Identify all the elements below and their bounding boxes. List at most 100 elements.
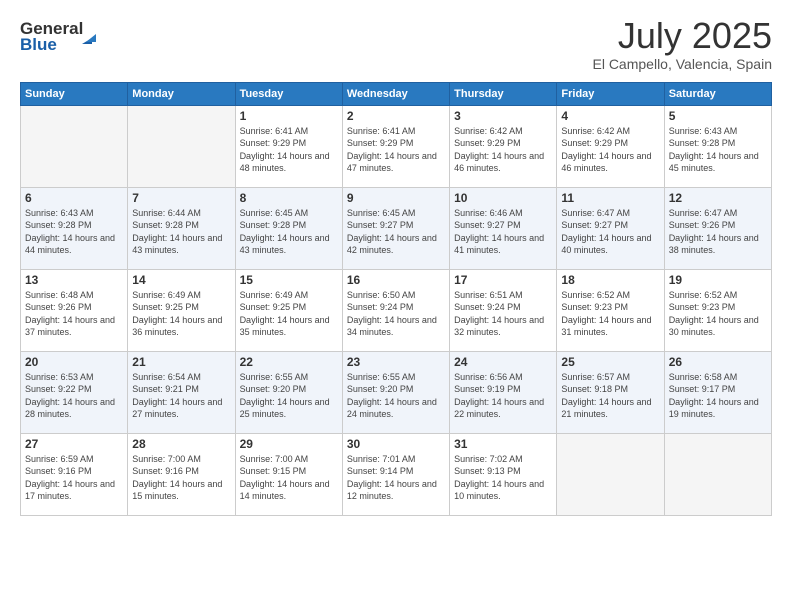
day-info: Sunrise: 6:49 AMSunset: 9:25 PMDaylight:…: [132, 289, 230, 339]
day-number: 25: [561, 355, 659, 369]
day-cell: [664, 433, 771, 515]
logo-icon: General Blue: [20, 16, 100, 54]
day-number: 17: [454, 273, 552, 287]
day-cell: [21, 105, 128, 187]
day-cell: 17 Sunrise: 6:51 AMSunset: 9:24 PMDayligh…: [450, 269, 557, 351]
day-number: 26: [669, 355, 767, 369]
day-number: 3: [454, 109, 552, 123]
day-number: 14: [132, 273, 230, 287]
day-info: Sunrise: 6:52 AMSunset: 9:23 PMDaylight:…: [561, 289, 659, 339]
day-number: 28: [132, 437, 230, 451]
col-friday: Friday: [557, 82, 664, 105]
day-cell: 15 Sunrise: 6:49 AMSunset: 9:25 PMDayligh…: [235, 269, 342, 351]
day-cell: 1Sunrise: 6:41 AMSunset: 9:29 PMDaylight…: [235, 105, 342, 187]
day-info: Sunrise: 6:49 AMSunset: 9:25 PMDaylight:…: [240, 289, 338, 339]
day-cell: 24 Sunrise: 6:56 AMSunset: 9:19 PMDayligh…: [450, 351, 557, 433]
location-title: El Campello, Valencia, Spain: [592, 56, 772, 72]
day-number: 15: [240, 273, 338, 287]
day-cell: [128, 105, 235, 187]
col-sunday: Sunday: [21, 82, 128, 105]
col-tuesday: Tuesday: [235, 82, 342, 105]
day-number: 11: [561, 191, 659, 205]
day-info: Sunrise: 6:44 AMSunset: 9:28 PMDaylight:…: [132, 207, 230, 257]
day-number: 13: [25, 273, 123, 287]
day-cell: 2 Sunrise: 6:41 AMSunset: 9:29 PMDaylight…: [342, 105, 449, 187]
day-cell: 18 Sunrise: 6:52 AMSunset: 9:23 PMDayligh…: [557, 269, 664, 351]
day-info: Sunrise: 6:56 AMSunset: 9:19 PMDaylight:…: [454, 371, 552, 421]
day-number: 4: [561, 109, 659, 123]
day-cell: 22 Sunrise: 6:55 AMSunset: 9:20 PMDayligh…: [235, 351, 342, 433]
day-cell: 8 Sunrise: 6:45 AMSunset: 9:28 PMDaylight…: [235, 187, 342, 269]
day-number: 2: [347, 109, 445, 123]
day-cell: 6Sunrise: 6:43 AMSunset: 9:28 PMDaylight…: [21, 187, 128, 269]
logo: General Blue: [20, 16, 100, 54]
day-cell: 26 Sunrise: 6:58 AMSunset: 9:17 PMDayligh…: [664, 351, 771, 433]
day-number: 18: [561, 273, 659, 287]
day-cell: 10Sunrise: 6:46 AMSunset: 9:27 PMDayligh…: [450, 187, 557, 269]
day-cell: 25Sunrise: 6:57 AMSunset: 9:18 PMDayligh…: [557, 351, 664, 433]
day-number: 20: [25, 355, 123, 369]
day-number: 7: [132, 191, 230, 205]
day-cell: 19 Sunrise: 6:52 AMSunset: 9:23 PMDayligh…: [664, 269, 771, 351]
day-cell: 13 Sunrise: 6:48 AMSunset: 9:26 PMDayligh…: [21, 269, 128, 351]
day-number: 16: [347, 273, 445, 287]
day-info: Sunrise: 7:00 AMSunset: 9:15 PMDaylight:…: [240, 453, 338, 503]
day-info: Sunrise: 6:42 AMSunset: 9:29 PMDaylight:…: [454, 125, 552, 175]
header: General Blue July 2025 El Campello, Vale…: [20, 16, 772, 72]
title-block: July 2025 El Campello, Valencia, Spain: [592, 16, 772, 72]
day-number: 8: [240, 191, 338, 205]
day-number: 30: [347, 437, 445, 451]
day-cell: 4Sunrise: 6:42 AMSunset: 9:29 PMDaylight…: [557, 105, 664, 187]
day-cell: 23 Sunrise: 6:55 AMSunset: 9:20 PMDayligh…: [342, 351, 449, 433]
day-number: 24: [454, 355, 552, 369]
day-info: Sunrise: 6:41 AMSunset: 9:29 PMDaylight:…: [240, 125, 338, 175]
day-number: 12: [669, 191, 767, 205]
day-cell: 11 Sunrise: 6:47 AMSunset: 9:27 PMDayligh…: [557, 187, 664, 269]
week-row-3: 13 Sunrise: 6:48 AMSunset: 9:26 PMDayligh…: [21, 269, 772, 351]
day-info: Sunrise: 6:47 AMSunset: 9:27 PMDaylight:…: [561, 207, 659, 257]
day-cell: 30Sunrise: 7:01 AMSunset: 9:14 PMDayligh…: [342, 433, 449, 515]
day-info: Sunrise: 6:52 AMSunset: 9:23 PMDaylight:…: [669, 289, 767, 339]
day-info: Sunrise: 6:50 AMSunset: 9:24 PMDaylight:…: [347, 289, 445, 339]
week-row-2: 6Sunrise: 6:43 AMSunset: 9:28 PMDaylight…: [21, 187, 772, 269]
day-cell: 20 Sunrise: 6:53 AMSunset: 9:22 PMDayligh…: [21, 351, 128, 433]
day-info: Sunrise: 6:48 AMSunset: 9:26 PMDaylight:…: [25, 289, 123, 339]
day-number: 19: [669, 273, 767, 287]
day-cell: 27Sunrise: 6:59 AMSunset: 9:16 PMDayligh…: [21, 433, 128, 515]
col-monday: Monday: [128, 82, 235, 105]
week-row-5: 27Sunrise: 6:59 AMSunset: 9:16 PMDayligh…: [21, 433, 772, 515]
day-cell: 28 Sunrise: 7:00 AMSunset: 9:16 PMDayligh…: [128, 433, 235, 515]
day-number: 23: [347, 355, 445, 369]
col-wednesday: Wednesday: [342, 82, 449, 105]
col-thursday: Thursday: [450, 82, 557, 105]
day-info: Sunrise: 6:46 AMSunset: 9:27 PMDaylight:…: [454, 207, 552, 257]
day-number: 27: [25, 437, 123, 451]
day-number: 9: [347, 191, 445, 205]
month-title: July 2025: [592, 16, 772, 56]
day-number: 31: [454, 437, 552, 451]
day-info: Sunrise: 6:43 AMSunset: 9:28 PMDaylight:…: [669, 125, 767, 175]
day-number: 22: [240, 355, 338, 369]
day-info: Sunrise: 6:55 AMSunset: 9:20 PMDaylight:…: [240, 371, 338, 421]
day-info: Sunrise: 6:58 AMSunset: 9:17 PMDaylight:…: [669, 371, 767, 421]
day-cell: 5 Sunrise: 6:43 AMSunset: 9:28 PMDaylight…: [664, 105, 771, 187]
day-info: Sunrise: 6:54 AMSunset: 9:21 PMDaylight:…: [132, 371, 230, 421]
day-info: Sunrise: 6:45 AMSunset: 9:28 PMDaylight:…: [240, 207, 338, 257]
day-cell: 3 Sunrise: 6:42 AMSunset: 9:29 PMDaylight…: [450, 105, 557, 187]
day-info: Sunrise: 6:53 AMSunset: 9:22 PMDaylight:…: [25, 371, 123, 421]
day-info: Sunrise: 6:55 AMSunset: 9:20 PMDaylight:…: [347, 371, 445, 421]
day-info: Sunrise: 6:51 AMSunset: 9:24 PMDaylight:…: [454, 289, 552, 339]
day-cell: 21 Sunrise: 6:54 AMSunset: 9:21 PMDayligh…: [128, 351, 235, 433]
day-info: Sunrise: 6:43 AMSunset: 9:28 PMDaylight:…: [25, 207, 123, 257]
day-number: 21: [132, 355, 230, 369]
day-info: Sunrise: 7:02 AMSunset: 9:13 PMDaylight:…: [454, 453, 552, 503]
day-info: Sunrise: 6:41 AMSunset: 9:29 PMDaylight:…: [347, 125, 445, 175]
col-saturday: Saturday: [664, 82, 771, 105]
day-cell: 16 Sunrise: 6:50 AMSunset: 9:24 PMDayligh…: [342, 269, 449, 351]
day-info: Sunrise: 7:00 AMSunset: 9:16 PMDaylight:…: [132, 453, 230, 503]
day-number: 5: [669, 109, 767, 123]
svg-text:Blue: Blue: [20, 35, 57, 54]
day-cell: 9Sunrise: 6:45 AMSunset: 9:27 PMDaylight…: [342, 187, 449, 269]
day-cell: [557, 433, 664, 515]
day-cell: 7 Sunrise: 6:44 AMSunset: 9:28 PMDaylight…: [128, 187, 235, 269]
